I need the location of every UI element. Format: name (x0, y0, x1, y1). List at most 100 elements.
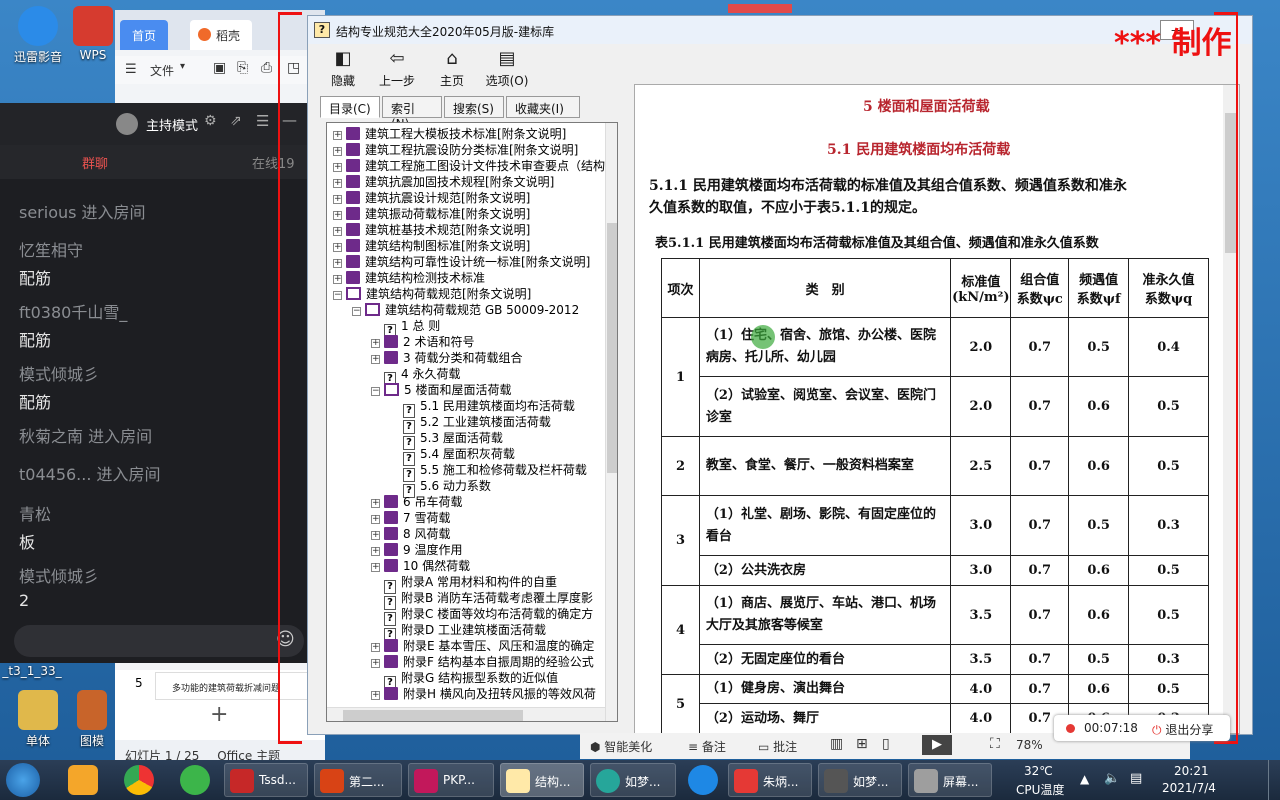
expand-icon[interactable]: + (333, 259, 342, 268)
tree-node[interactable]: ? 5.4 屋面积灰荷载 (390, 446, 515, 466)
tree-node[interactable]: ? 附录D 工业建筑楼面活荷载 (371, 622, 546, 642)
taskbar-item[interactable]: PKP... (408, 763, 494, 797)
expand-icon[interactable]: + (333, 227, 342, 236)
popout-icon[interactable]: ⇗ (230, 113, 242, 129)
taskbar-item-active[interactable]: 结构... (500, 763, 584, 797)
show-desktop-button[interactable] (1268, 760, 1280, 800)
tree-node[interactable]: − 5 楼面和屋面活荷载 (371, 382, 511, 398)
collapse-icon[interactable]: − (352, 307, 361, 316)
print-icon[interactable]: ⎙ (261, 60, 272, 76)
pinned-app-icon[interactable] (688, 765, 718, 795)
tab-index[interactable]: 索引(N) (382, 96, 442, 131)
expand-icon[interactable]: + (371, 499, 380, 508)
chat-input[interactable]: ☺ (14, 625, 304, 657)
taskbar-item[interactable]: 第二... (314, 763, 402, 797)
export-icon[interactable]: ⎘ (237, 60, 248, 76)
scroll-thumb[interactable] (607, 223, 617, 473)
expand-icon[interactable]: + (333, 163, 342, 172)
play-button[interactable]: ▶ (922, 735, 952, 755)
tree-node[interactable]: +6 吊车荷载 (371, 494, 462, 510)
desktop-icon-danti[interactable]: 单体 (8, 690, 68, 749)
expand-icon[interactable]: + (333, 275, 342, 284)
reading-view-icon[interactable]: ▯ (882, 736, 890, 752)
tab-home[interactable]: 首页 (120, 20, 169, 50)
tree-node[interactable]: + 建筑结构检测技术标准 (333, 270, 485, 286)
add-slide-button[interactable]: + (210, 702, 228, 727)
back-button[interactable]: ⇦ 上一步 (370, 48, 424, 89)
expand-icon[interactable]: + (333, 211, 342, 220)
expand-icon[interactable]: + (333, 131, 342, 140)
preview-icon[interactable]: ◳ (287, 60, 300, 76)
expand-icon[interactable]: + (333, 243, 342, 252)
tree-node[interactable]: ? 附录G 结构振型系数的近似值 (371, 670, 558, 690)
collapse-icon[interactable]: − (333, 291, 342, 300)
tree-node[interactable]: +3 荷载分类和荷载组合 (371, 350, 522, 366)
tab-favorites[interactable]: 收藏夹(I) (506, 96, 580, 118)
tab-search[interactable]: 搜索(S) (444, 96, 504, 118)
home-button[interactable]: ⌂ 主页 (425, 48, 479, 89)
tree-node[interactable]: + 附录F 结构基本自振周期的经验公式 (371, 654, 594, 670)
tree-node[interactable]: +9 温度作用 (371, 542, 462, 558)
taskbar-item[interactable]: 屏幕... (908, 763, 992, 797)
volume-icon[interactable]: 🔈 (1104, 771, 1120, 786)
tree-node[interactable]: +7 雪荷载 (371, 510, 450, 526)
expand-icon[interactable]: + (333, 195, 342, 204)
tree-node[interactable]: − 建筑结构荷载规范[附条文说明] (333, 286, 531, 302)
tray-arrow-icon[interactable]: ▲ (1080, 772, 1089, 786)
tree-node[interactable]: − 建筑结构荷载规范 GB 50009-2012 (352, 302, 579, 318)
tree-node[interactable]: + 建筑结构可靠性设计统一标准[附条文说明] (333, 254, 590, 270)
settings-icon[interactable]: ⚙ (204, 113, 217, 129)
tree-node[interactable]: ? 4 永久荷载 (371, 366, 460, 386)
expand-icon[interactable]: + (371, 531, 380, 540)
desktop-icon-wps[interactable]: WPS (68, 6, 118, 62)
chevron-down-icon[interactable]: ▾ (180, 61, 185, 72)
save-icon[interactable]: ▣ (213, 60, 226, 76)
tree-node[interactable]: + 附录E 基本雪压、风压和温度的确定 (371, 638, 594, 654)
expand-icon[interactable]: + (371, 515, 380, 524)
tab-contents[interactable]: 目录(C) (320, 96, 380, 118)
taskbar-item[interactable]: 朱炳... (728, 763, 812, 797)
expand-icon[interactable]: + (371, 547, 380, 556)
chrome-icon[interactable] (124, 765, 154, 795)
slide-thumbnail[interactable]: 多功能的建筑荷载折减问题 (155, 672, 325, 700)
tree-node[interactable]: ? 5.3 屋面活荷载 (390, 430, 503, 450)
expand-icon[interactable]: + (371, 355, 380, 364)
tree-node[interactable]: +10 偶然荷载 (371, 558, 470, 574)
minimize-icon[interactable]: — (282, 111, 297, 129)
tree-node[interactable]: ? 附录A 常用材料和构件的自重 (371, 574, 557, 594)
tree-vertical-scrollbar[interactable] (605, 123, 617, 721)
pinned-app-icon[interactable] (68, 765, 98, 795)
normal-view-icon[interactable]: ▥ (830, 736, 843, 752)
grid-view-icon[interactable]: ⊞ (856, 736, 868, 752)
taskbar-item[interactable]: Tssd... (224, 763, 308, 797)
notes-button[interactable]: ≡ 备注 (688, 738, 726, 755)
tree-node[interactable]: +8 风荷载 (371, 526, 450, 542)
tree-node[interactable]: + 建筑结构制图标准[附条文说明] (333, 238, 530, 254)
scroll-thumb[interactable] (343, 710, 523, 721)
tree-node[interactable]: + 建筑工程施工图设计文件技术审查要点（结构 (333, 158, 605, 174)
fit-icon[interactable]: ⛶ (990, 736, 1000, 752)
exit-share-button[interactable]: ⏻ 退出分享 (1152, 721, 1213, 738)
menu-icon[interactable]: ☰ (256, 112, 269, 130)
comment-button[interactable]: ▭ 批注 (758, 738, 797, 755)
options-button[interactable]: ▤ 选项(O) (480, 48, 534, 89)
tree-node[interactable]: + 建筑工程大模板技术标准[附条文说明] (333, 126, 566, 142)
tab-daoke[interactable]: 稻壳 (190, 20, 253, 50)
network-icon[interactable]: ▤ (1130, 771, 1142, 786)
taskbar-item[interactable]: 如梦... (590, 763, 676, 797)
expand-icon[interactable]: + (371, 643, 380, 652)
tree-node[interactable]: ? 附录B 消防车活荷载考虑覆土厚度影 (371, 590, 593, 610)
tree-node[interactable]: + 建筑抗震设计规范[附条文说明] (333, 190, 530, 206)
file-menu[interactable]: 文件 (150, 62, 174, 79)
tree-node[interactable]: + 附录H 横风向及扭转风振的等效风荷 (371, 686, 596, 702)
tab-online[interactable]: 在线19 (252, 153, 295, 172)
desktop-icon-thunder[interactable]: 迅雷影音 (8, 6, 68, 65)
tree-node[interactable]: ? 5.1 民用建筑楼面均布活荷载 (390, 398, 575, 418)
tab-group-chat[interactable]: 群聊 (82, 153, 108, 172)
desktop-icon-t3[interactable]: _t3_1_33_ (2, 664, 62, 678)
tree-node[interactable]: ? 附录C 楼面等效均布活荷载的确定方 (371, 606, 593, 626)
tree-node[interactable]: ? 5.6 动力系数 (390, 478, 491, 498)
tree-node[interactable]: ? 5.5 施工和检修荷载及栏杆荷载 (390, 462, 587, 482)
pinned-app-icon[interactable] (180, 765, 210, 795)
tree-node[interactable]: ? 1 总 则 (371, 318, 440, 338)
